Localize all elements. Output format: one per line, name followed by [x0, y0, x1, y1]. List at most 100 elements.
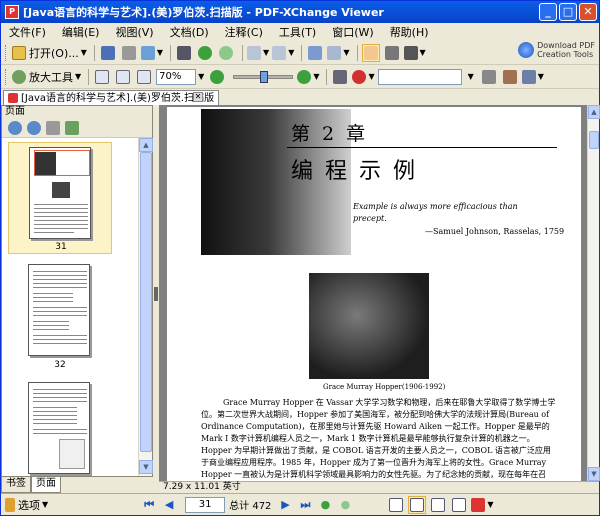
document-tab-bar: [Java语言的科学与艺术].(美)罗伯茨.扫描版 ✕: [1, 89, 599, 105]
plus-circle-icon: [297, 69, 312, 84]
back-view-button[interactable]: ●: [317, 497, 333, 513]
print-icon[interactable]: [46, 120, 60, 135]
thumbnail-scrollbar[interactable]: ▲ ▼: [138, 138, 153, 476]
pdf-status-button[interactable]: ▼: [471, 496, 494, 514]
pdf-page: 第 2 章 编程示例 Example is always more effica…: [167, 107, 581, 481]
scroll-thumb[interactable]: [140, 152, 152, 452]
menu-bar: 文件(F) 编辑(E) 视图(V) 文档(D) 注释(C) 工具(T) 窗口(W…: [1, 23, 599, 59]
search-input[interactable]: [377, 68, 462, 85]
undo-button[interactable]: ▼: [247, 44, 269, 62]
menu-edit[interactable]: 编辑(E): [54, 24, 108, 40]
chapter-number: 第 2 章: [291, 123, 369, 145]
maximize-button[interactable]: □: [559, 3, 577, 21]
back-button[interactable]: [196, 44, 214, 62]
save-button[interactable]: [99, 44, 117, 62]
page-thumbnail[interactable]: 33: [8, 380, 112, 476]
actual-size-button[interactable]: [93, 68, 111, 86]
zoom-slider-thumb[interactable]: [260, 70, 269, 83]
menu-comments[interactable]: 注释(C): [217, 24, 271, 40]
select-text-button[interactable]: [383, 44, 401, 62]
tab-bookmarks[interactable]: 书签: [1, 477, 31, 493]
hand-tool-button[interactable]: [361, 43, 380, 62]
menu-file[interactable]: 文件(F): [1, 24, 54, 40]
email-button[interactable]: ▼: [140, 44, 164, 62]
zoom-slider[interactable]: [233, 70, 294, 83]
menu-document[interactable]: 文档(D): [162, 24, 217, 40]
pdf-xchange-icon: P: [5, 5, 19, 19]
scroll-down-button[interactable]: ▼: [588, 467, 600, 481]
forward-button[interactable]: [217, 44, 235, 62]
find-tool-button[interactable]: [331, 68, 349, 86]
chevron-down-icon: ▼: [156, 48, 164, 57]
zoom-toolbar: 放大工具 ▼ 70% ▼ ▼ ▼ ▼ ▼: [1, 65, 599, 89]
facing-view-button[interactable]: [429, 496, 447, 514]
fit-width-button[interactable]: [135, 68, 153, 86]
chevron-down-icon[interactable]: ▼: [468, 72, 474, 81]
single-page-view-button[interactable]: [387, 496, 405, 514]
forward-view-button[interactable]: ●: [337, 497, 353, 513]
find-button[interactable]: [175, 44, 193, 62]
close-tab-button[interactable]: ✕: [193, 92, 203, 102]
previous-page-button[interactable]: ◀: [161, 497, 177, 513]
zoom-tool-button[interactable]: 放大工具 ▼: [12, 68, 81, 86]
collapse-panel-handle[interactable]: [154, 287, 158, 301]
page-properties-icon[interactable]: [65, 120, 79, 135]
page-thumbnail[interactable]: 32: [8, 262, 112, 372]
chevron-down-icon[interactable]: ▼: [198, 72, 204, 81]
title-bar[interactable]: P [Java语言的科学与艺术].(美)罗伯茨.扫描版 - PDF-XChang…: [1, 1, 599, 23]
pages-panel: 页面 31 32 ▲ ▼: [1, 105, 153, 477]
page-number-input[interactable]: 31: [185, 496, 226, 513]
chapter-rule: [287, 147, 557, 148]
tab-pages[interactable]: 页面: [31, 477, 61, 493]
toolbar-grip[interactable]: [5, 68, 8, 85]
folder-open-icon: [12, 45, 26, 60]
redo-button[interactable]: ▼: [272, 44, 294, 62]
toolbar-grip[interactable]: [5, 44, 8, 61]
minimize-button[interactable]: _: [539, 3, 557, 21]
scroll-up-button[interactable]: ▲: [588, 105, 600, 119]
hopper-photo: [309, 273, 429, 379]
document-scrollbar[interactable]: ▲ ▼: [587, 105, 600, 481]
print-button[interactable]: [120, 44, 138, 62]
zoom-in-button[interactable]: ▼: [297, 68, 319, 86]
search-web-button[interactable]: ▼: [352, 68, 375, 86]
document-tab[interactable]: [Java语言的科学与艺术].(美)罗伯茨.扫描版: [3, 90, 220, 105]
open-button[interactable]: 打开(O)... ▼: [12, 44, 87, 62]
settings-button[interactable]: ▼: [521, 68, 544, 86]
page-layout-button[interactable]: ▼: [327, 44, 350, 62]
next-page-button[interactable]: ▶: [277, 497, 293, 513]
menu-window[interactable]: 窗口(W): [324, 24, 381, 40]
last-page-button[interactable]: ⏭: [297, 497, 313, 513]
email-icon: [140, 45, 155, 60]
zoom-out-button[interactable]: [208, 68, 226, 86]
snapshot-button[interactable]: ▼: [403, 44, 426, 62]
page-thumbnail-selected[interactable]: 31: [8, 142, 112, 254]
search-options-icon: [481, 69, 496, 84]
flag-icon: [5, 497, 15, 512]
chevron-down-icon: ▼: [313, 72, 320, 81]
zoom-level-input[interactable]: 70%: [156, 68, 197, 85]
users-button[interactable]: [501, 68, 519, 86]
undo-icon: [247, 45, 262, 60]
continuous-view-button[interactable]: [408, 495, 427, 514]
thumbnail-list: 31 32: [2, 138, 138, 476]
first-page-button[interactable]: ⏮: [141, 497, 157, 513]
scroll-down-button[interactable]: ▼: [139, 460, 153, 474]
rotate-button[interactable]: [306, 44, 324, 62]
search-options-button[interactable]: [480, 68, 498, 86]
document-view[interactable]: 第 2 章 编程示例 Example is always more effica…: [159, 105, 587, 481]
menu-help[interactable]: 帮助(H): [382, 24, 437, 40]
scroll-thumb[interactable]: [589, 131, 599, 149]
facing-continuous-icon: [452, 497, 467, 512]
zoom-out-icon[interactable]: [27, 120, 41, 135]
menu-view[interactable]: 视图(V): [107, 24, 161, 40]
options-button[interactable]: 选项 ▼: [5, 496, 48, 514]
facing-continuous-button[interactable]: [450, 496, 468, 514]
scroll-up-button[interactable]: ▲: [139, 138, 153, 152]
thumbnail-page: [28, 264, 90, 356]
close-button[interactable]: ✕: [579, 3, 597, 21]
zoom-in-icon[interactable]: [8, 120, 22, 135]
chevron-down-icon: ▼: [537, 72, 544, 81]
fit-page-button[interactable]: [114, 68, 132, 86]
menu-tools[interactable]: 工具(T): [271, 24, 324, 40]
